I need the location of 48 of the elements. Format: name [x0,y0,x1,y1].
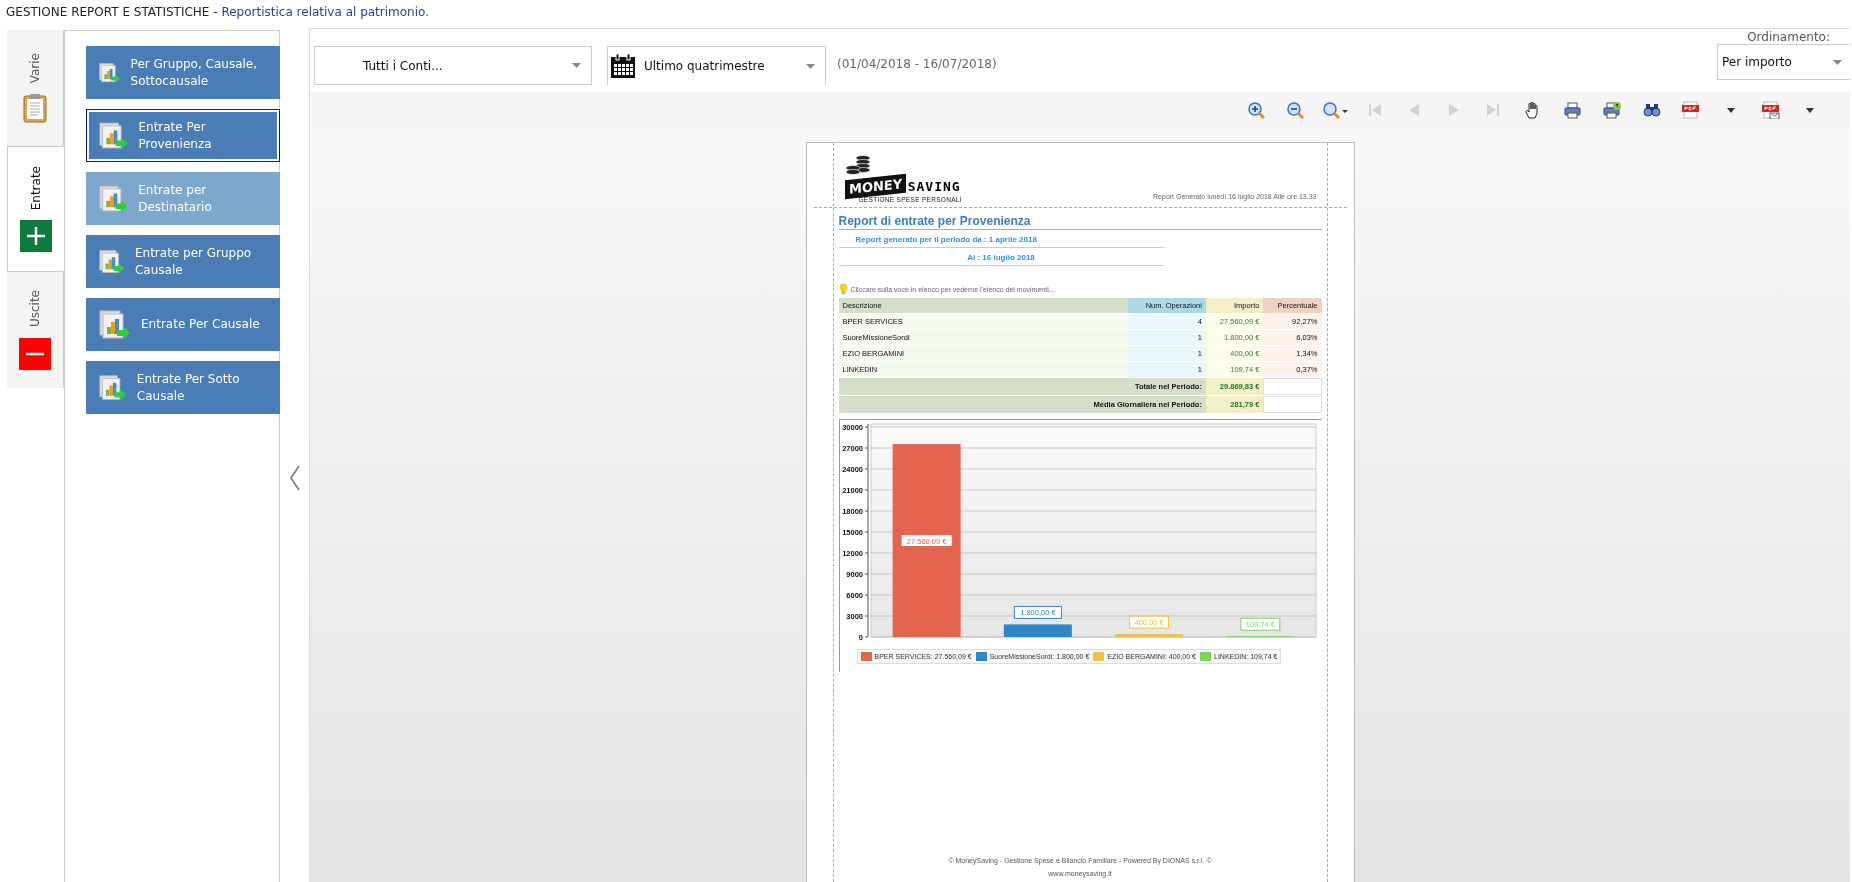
report-menu-item[interactable]: Entrate per Gruppo Causale [86,235,280,288]
lightbulb-icon [838,283,848,295]
period-end-text: Al : 16 luglio 2018 [838,248,1164,266]
report-icon [99,120,129,151]
caret-icon [1727,107,1735,113]
sort-label: Ordinamento: [1747,30,1831,44]
report-title: Report di entrate per Provenienza [838,210,1322,230]
binoculars-icon [1642,103,1661,117]
report-icon [99,183,129,214]
caret-icon [806,63,815,69]
plus-icon [19,220,52,253]
calendar-icon [610,53,636,79]
side-tab[interactable]: Entrate [7,146,64,272]
last-page-icon [1486,103,1501,117]
report-menu-item[interactable]: Entrate Per Provenienza [86,109,280,162]
previous-page-icon [1408,103,1421,117]
page-title: GESTIONE REPORT E STATISTICHE - [6,5,218,19]
caret-icon [1833,59,1842,65]
caret-icon [572,63,581,68]
report-menu-item[interactable]: Entrate Per Sotto Causale [86,361,280,414]
period-dropdown[interactable]: Ultimo quatrimestre [607,46,826,85]
next-page-icon [1447,103,1460,117]
period-start-text: Report generato per il periodo da : 1 aprile 2018 [838,230,1164,248]
report-icon [99,372,127,403]
report-menu-item[interactable]: Entrate Per Causale [86,298,280,351]
zoom-out-icon [1286,101,1305,119]
logo-word: SAVING [906,179,961,196]
report-menu-item[interactable]: Per Gruppo, Causale, Sottocausale [86,46,280,99]
coin-stack-icon [844,155,871,177]
caret-icon [1806,107,1815,113]
account-dropdown[interactable]: Tutti i Conti... [314,46,592,85]
page-subtitle: Reportistica relativa al patrimonio. [221,5,429,19]
sort-dropdown[interactable]: Per importo [1717,44,1850,80]
first-page-icon [1367,103,1382,117]
printer-question-icon [1603,101,1622,119]
date-range-text: (01/04/2018 - 16/07/2018) [837,56,997,71]
pdf-mail-icon [1761,101,1780,119]
report-icon [99,309,131,340]
chart-bar[interactable] [892,444,961,637]
printer-icon [1563,101,1582,119]
pdf-file-icon [1682,101,1701,119]
side-tab[interactable]: Varie [7,30,64,146]
magnifier-dropdown-icon [1321,101,1349,119]
clipboard-icon [23,93,47,124]
side-tab[interactable]: Uscite [7,272,64,388]
minus-icon [19,337,51,370]
zoom-in-icon [1246,101,1265,119]
collapse-chevron-icon[interactable] [288,464,301,491]
